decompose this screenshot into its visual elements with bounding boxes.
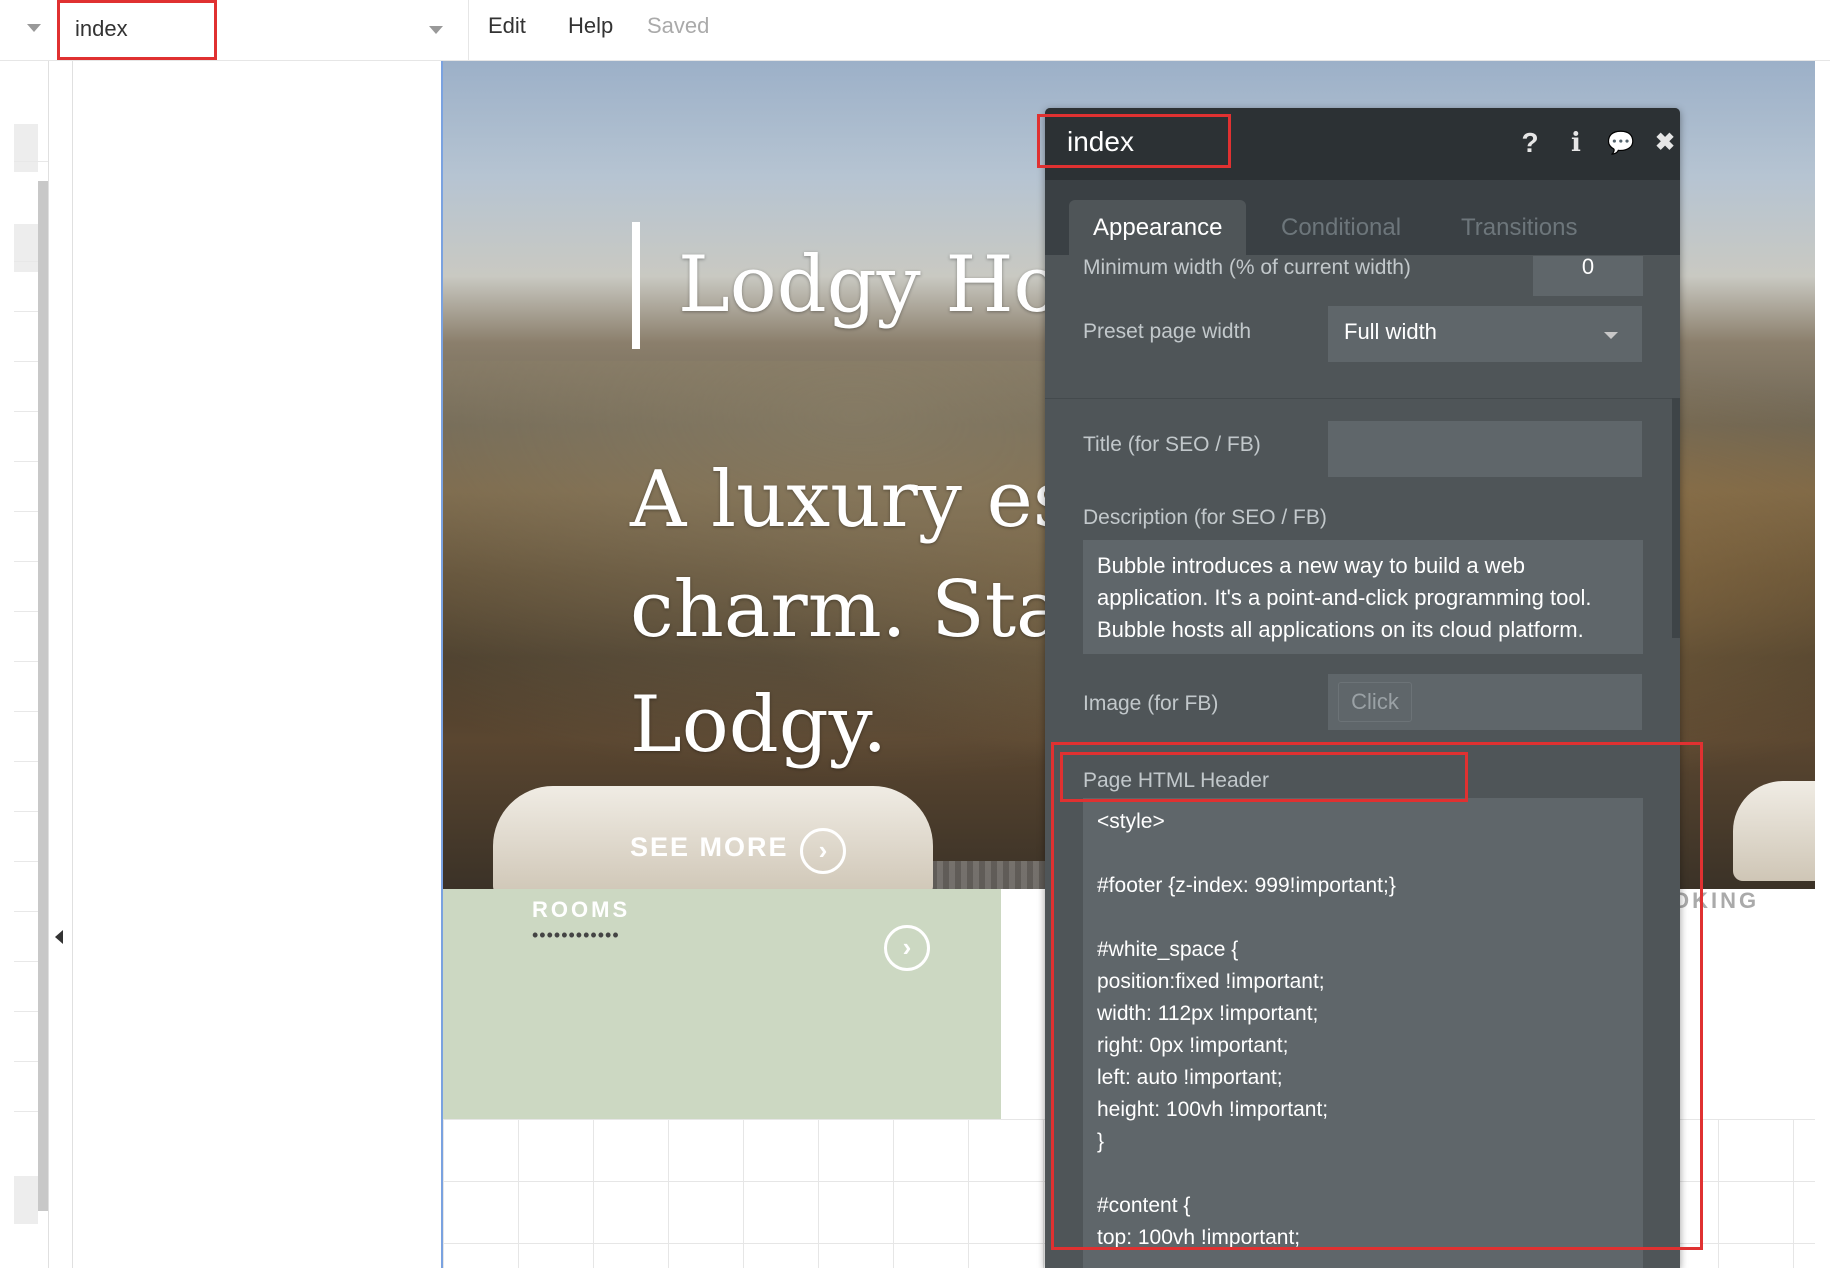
save-status: Saved (647, 13, 710, 38)
hero-tagline-line-3[interactable]: Lodgy. (630, 680, 887, 770)
chevron-down-icon (429, 26, 443, 34)
chevron-right-circle-icon[interactable]: › (884, 925, 930, 971)
toolbar-divider (468, 0, 469, 60)
hero-title[interactable]: Lodgy Hot (678, 240, 1092, 330)
tab-conditional[interactable]: Conditional (1257, 200, 1425, 255)
comment-icon[interactable]: 💬 (1606, 128, 1636, 158)
image-fb-uploader[interactable]: Click (1328, 674, 1642, 730)
chevron-down-icon (1604, 332, 1618, 339)
top-toolbar: index Edit Help Saved (0, 0, 1830, 61)
preset-width-dropdown[interactable]: Full width (1328, 306, 1642, 362)
highlight-box-html-header (1051, 742, 1703, 1250)
rooms-dots: •••••••••••• (532, 925, 620, 945)
sidebar-scrollbar[interactable] (38, 181, 48, 1211)
collapse-panel-icon[interactable] (55, 930, 63, 944)
editor-tabs: Appearance Conditional Transitions (1045, 180, 1680, 255)
sidebar-block[interactable] (14, 1176, 38, 1224)
rooms-label: ROOMS (532, 897, 631, 922)
panel-divider (48, 61, 49, 1268)
preset-width-value: Full width (1344, 319, 1437, 344)
sidebar-block[interactable] (14, 124, 38, 172)
seo-title-input[interactable] (1328, 421, 1642, 477)
sidebar-row (14, 161, 48, 162)
image-upload-button[interactable]: Click (1338, 682, 1412, 722)
seo-title-label: Title (for SEO / FB) (1083, 433, 1261, 456)
highlight-box-editor-title (1037, 114, 1231, 168)
image-fb-label: Image (for FB) (1083, 692, 1219, 715)
hero-tagline-line-2[interactable]: charm. Stay (630, 565, 1107, 655)
section-divider (1045, 398, 1672, 399)
min-width-label: Minimum width (% of current width) (1083, 256, 1411, 279)
seo-description-value: Bubble introduces a new way to build a w… (1097, 553, 1592, 642)
editor-scrollbar[interactable] (1672, 398, 1680, 638)
panel-divider (72, 61, 73, 1268)
close-icon[interactable]: ✖ (1650, 128, 1680, 158)
menu-edit[interactable]: Edit (488, 13, 526, 39)
left-sidebar (0, 61, 48, 1268)
min-width-input[interactable]: 0 (1533, 256, 1643, 296)
chevron-right-circle-icon[interactable]: › (800, 828, 846, 874)
sidebar-block[interactable] (14, 224, 38, 272)
hero-tagline-line-1[interactable]: A luxury es (630, 455, 1073, 545)
seo-description-label: Description (for SEO / FB) (1083, 506, 1327, 529)
highlight-box-page-selector (57, 0, 217, 60)
preset-width-label: Preset page width (1083, 320, 1252, 343)
info-icon[interactable]: i (1561, 128, 1591, 158)
hero-accent-bar (632, 222, 640, 349)
menu-help[interactable]: Help (568, 13, 613, 39)
seo-description-input[interactable]: Bubble introduces a new way to build a w… (1083, 540, 1643, 654)
tab-transitions[interactable]: Transitions (1437, 200, 1601, 255)
tab-appearance[interactable]: Appearance (1069, 200, 1247, 255)
caret-down-icon[interactable] (27, 24, 41, 32)
help-icon[interactable]: ? (1515, 128, 1545, 158)
see-more-link[interactable]: SEE MORE (630, 832, 789, 863)
rooms-card[interactable]: ROOMS •••••••••••• (443, 889, 1001, 1119)
